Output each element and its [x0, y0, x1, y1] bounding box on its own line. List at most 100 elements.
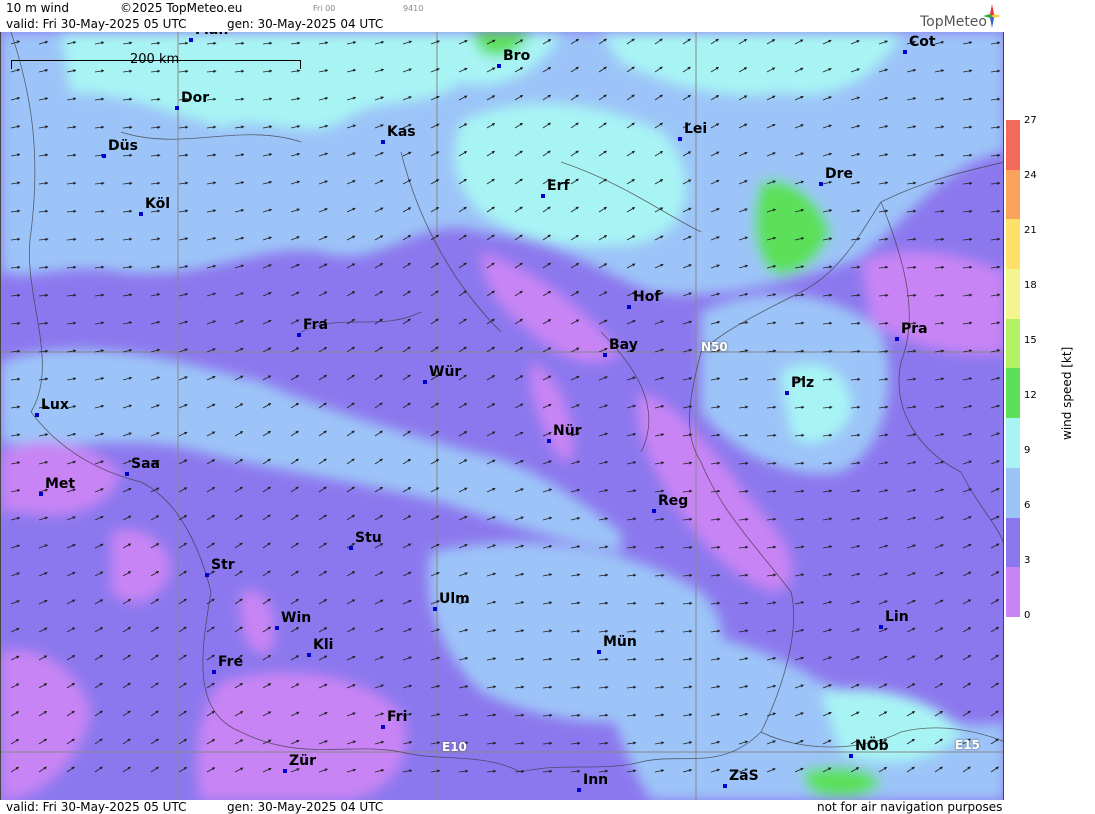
city-marker	[275, 626, 279, 630]
copyright: ©2025 TopMeteo.eu	[120, 1, 243, 15]
legend-swatch	[1006, 169, 1020, 220]
city-marker	[39, 492, 43, 496]
footer-disclaimer: not for air navigation purposes	[817, 800, 1003, 814]
wind-speed-legend	[1006, 120, 1020, 617]
topmeteo-logo: TopMeteo	[893, 2, 1003, 32]
city-marker	[577, 788, 581, 792]
city-label: Mün	[603, 634, 637, 650]
legend-tick: 3	[1024, 555, 1031, 566]
wind-field	[1, 32, 1003, 800]
city-marker	[541, 194, 545, 198]
city-marker	[879, 625, 883, 629]
city-marker	[678, 137, 682, 141]
city-label: Pra	[901, 321, 928, 337]
city-marker	[381, 140, 385, 144]
legend-unit: wind speed [kt]	[1060, 346, 1074, 440]
forecast-step: Fri 00	[313, 4, 336, 13]
city-label: Lei	[684, 121, 708, 137]
city-label: NÖb	[855, 738, 889, 754]
city-label: Plz	[791, 375, 815, 391]
city-marker	[307, 653, 311, 657]
city-label: Reg	[658, 493, 689, 509]
city-label: Köl	[145, 196, 171, 212]
city-marker	[785, 391, 789, 395]
city-marker	[139, 212, 143, 216]
legend-tick: 27	[1024, 115, 1037, 126]
city-marker	[381, 725, 385, 729]
city-label: Bay	[609, 337, 638, 353]
legend-tick: 24	[1024, 170, 1037, 181]
city-label: Nür	[553, 423, 582, 439]
city-marker	[175, 106, 179, 110]
product-code: 9410	[403, 4, 424, 13]
city-label: Düs	[108, 138, 138, 154]
legend-swatch	[1006, 467, 1020, 518]
city-marker	[35, 413, 39, 417]
city-marker	[297, 333, 301, 337]
grid-label-e10: E10	[442, 740, 467, 754]
city-marker	[903, 50, 907, 54]
valid-time: valid: Fri 30-May-2025 05 UTC	[6, 17, 187, 31]
city-marker	[189, 38, 193, 42]
city-label: Wür	[429, 364, 462, 380]
legend-swatch	[1006, 219, 1020, 270]
city-marker	[547, 439, 551, 443]
city-label: Lin	[885, 609, 909, 625]
city-label: Met	[45, 476, 76, 492]
logo-text: TopMeteo	[920, 14, 987, 30]
legend-swatch	[1006, 418, 1020, 468]
legend-swatch	[1006, 567, 1020, 617]
city-marker	[433, 607, 437, 611]
legend-swatch	[1006, 318, 1020, 369]
legend-tick: 18	[1024, 280, 1037, 291]
city-marker	[597, 650, 601, 654]
city-label: Inn	[583, 772, 609, 788]
legend-tick: 12	[1024, 390, 1037, 401]
legend-tick: 6	[1024, 500, 1031, 511]
city-label: Ulm	[439, 591, 470, 607]
city-label: Fre	[218, 654, 244, 670]
city-marker	[497, 64, 501, 68]
city-marker	[212, 670, 216, 674]
legend-tick: 15	[1024, 335, 1037, 346]
city-label: Man	[195, 32, 228, 38]
city-label: Fra	[303, 317, 329, 333]
grid-label-e15: E15	[955, 738, 980, 752]
footer-valid: valid: Fri 30-May-2025 05 UTC	[6, 800, 187, 814]
city-label: Str	[211, 557, 235, 573]
city-marker	[627, 305, 631, 309]
header: 10 m wind ©2025 TopMeteo.eu Fri 00 9410 …	[0, 0, 1005, 32]
city-marker	[652, 509, 656, 513]
scale-label: 200 km	[130, 52, 180, 67]
city-marker	[283, 769, 287, 773]
product-title: 10 m wind	[6, 1, 69, 15]
city-label: Kli	[313, 637, 334, 653]
city-marker	[423, 380, 427, 384]
scale-bar: 200 km	[11, 52, 301, 69]
city-label: Saa	[131, 456, 160, 472]
city-marker	[819, 182, 823, 186]
city-label: Fri	[387, 709, 408, 725]
city-label: Zür	[289, 753, 317, 769]
legend-tick: 0	[1024, 610, 1031, 621]
footer-generated: gen: 30-May-2025 04 UTC	[227, 800, 384, 814]
wind-map[interactable]: 200 km N50 E10 E15 Man Bro Cot Dor Kas Lei Düs…	[0, 32, 1004, 800]
city-label: Cot	[909, 34, 936, 50]
city-label: Kas	[387, 124, 416, 140]
footer: valid: Fri 30-May-2025 05 UTC gen: 30-Ma…	[0, 800, 1005, 814]
city-marker	[102, 154, 106, 158]
city-marker	[849, 754, 853, 758]
city-label: Lux	[41, 397, 69, 413]
city-marker	[349, 546, 353, 550]
generated-time: gen: 30-May-2025 04 UTC	[227, 17, 384, 31]
city-marker	[895, 337, 899, 341]
legend-swatch	[1006, 517, 1020, 568]
city-label: Win	[281, 610, 312, 626]
city-label: Bro	[503, 48, 531, 64]
city-label: Dre	[825, 166, 854, 182]
legend-swatch	[1006, 368, 1020, 419]
city-marker	[205, 573, 209, 577]
city-marker	[603, 353, 607, 357]
compass-star-icon	[983, 4, 1001, 28]
city-marker	[125, 472, 129, 476]
